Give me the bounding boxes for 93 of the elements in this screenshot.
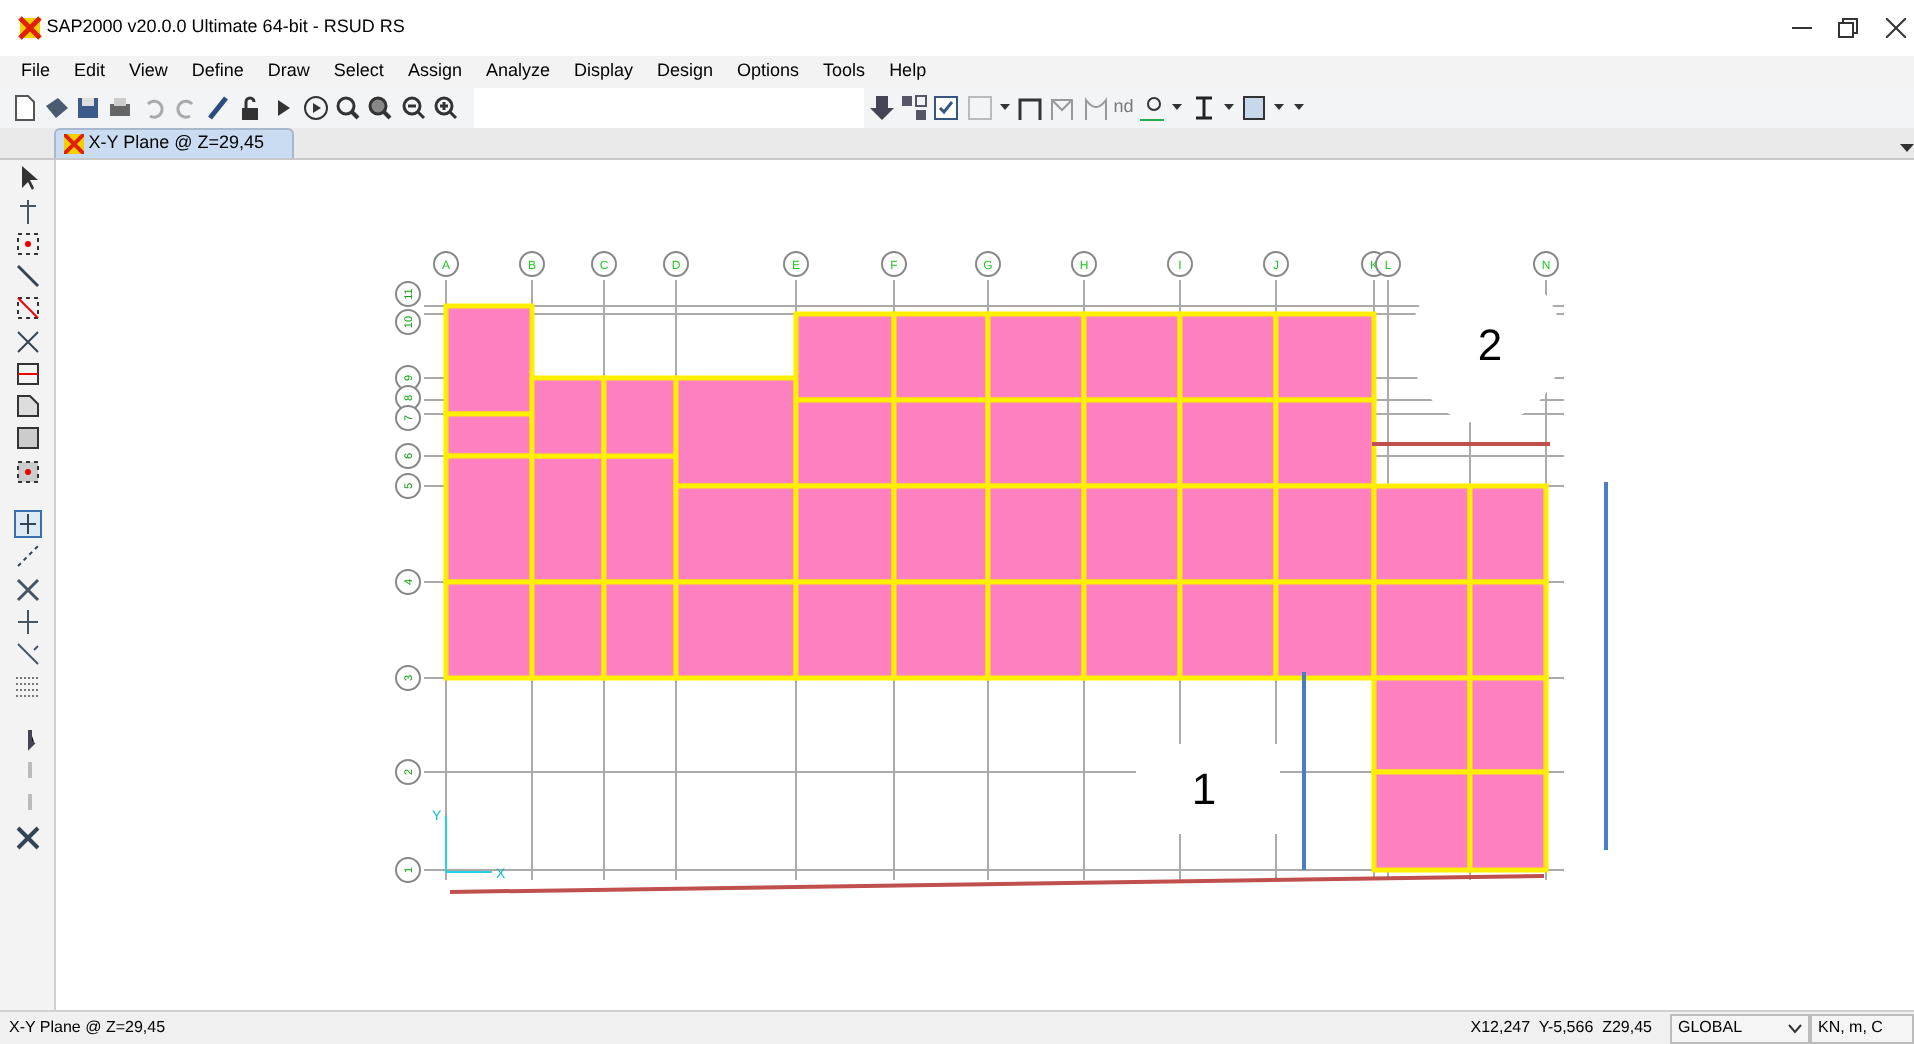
slab-panel bbox=[1273, 311, 1377, 403]
print-icon[interactable] bbox=[106, 94, 135, 122]
chart-search-icon[interactable] bbox=[1138, 94, 1167, 122]
slab-panel bbox=[1467, 483, 1549, 585]
run-step-icon[interactable] bbox=[301, 94, 330, 122]
app-logo-icon bbox=[18, 16, 42, 40]
menu-item[interactable]: Assign bbox=[395, 58, 474, 86]
units-field[interactable]: KN, m, C bbox=[1810, 1013, 1914, 1043]
frame-draw-icon[interactable] bbox=[13, 294, 41, 323]
slab-panel bbox=[985, 397, 1087, 489]
checkbox-icon[interactable] bbox=[932, 94, 961, 122]
slab-panel bbox=[985, 579, 1087, 681]
pencil-icon[interactable] bbox=[204, 94, 232, 122]
panel-icon[interactable] bbox=[1240, 94, 1269, 122]
zoom-in-icon[interactable] bbox=[431, 94, 460, 122]
restore-icon[interactable] bbox=[1838, 18, 1858, 38]
slab-panel bbox=[793, 311, 897, 403]
slab-panel bbox=[1177, 311, 1279, 403]
snap-icon[interactable] bbox=[13, 510, 41, 538]
menu-item[interactable]: Analyze bbox=[473, 58, 562, 86]
menu-item[interactable]: View bbox=[117, 58, 180, 86]
slab-panel bbox=[1081, 483, 1183, 585]
slab-panel bbox=[1177, 483, 1279, 585]
menu-item[interactable]: Options bbox=[725, 58, 812, 86]
polyline-icon[interactable] bbox=[13, 542, 41, 571]
view-tab[interactable]: X-Y Plane @ Z=29,45 bbox=[54, 128, 295, 158]
slab-panel bbox=[793, 397, 897, 489]
point-icon[interactable] bbox=[13, 229, 41, 258]
slab-panel bbox=[985, 483, 1087, 585]
slab-panel bbox=[1081, 311, 1183, 403]
slab-panel bbox=[1371, 675, 1473, 775]
menu-item[interactable]: Draw bbox=[255, 58, 322, 86]
intersection-icon[interactable] bbox=[13, 575, 41, 603]
chevron-icon bbox=[1788, 1023, 1802, 1033]
open-icon[interactable] bbox=[41, 94, 70, 122]
status-text: X-Y Plane @ Z=29,45 bbox=[9, 1016, 168, 1040]
app-logo-icon bbox=[64, 134, 84, 154]
rectangle-icon[interactable] bbox=[13, 424, 41, 453]
line-icon[interactable] bbox=[13, 262, 41, 290]
extension-icon[interactable] bbox=[13, 640, 41, 668]
brace-icon[interactable] bbox=[13, 327, 41, 355]
portal-frame-icon[interactable] bbox=[1016, 94, 1044, 122]
quad-icon[interactable] bbox=[13, 457, 41, 485]
toolbar-label: nd bbox=[1113, 94, 1134, 121]
menu-item[interactable]: Help bbox=[877, 58, 939, 86]
arch-frame-icon[interactable] bbox=[1081, 94, 1109, 122]
slab-panel bbox=[529, 579, 607, 681]
menu-item[interactable]: Define bbox=[179, 58, 256, 86]
slab-panel bbox=[793, 483, 897, 585]
zoom-window-icon[interactable] bbox=[334, 94, 362, 122]
down-arrow-icon[interactable] bbox=[867, 94, 896, 122]
slab-panel bbox=[443, 579, 535, 681]
slab-panel bbox=[1177, 579, 1279, 681]
menu-item[interactable]: File bbox=[9, 58, 63, 86]
area-icon[interactable] bbox=[13, 392, 41, 420]
slab-panel bbox=[793, 579, 897, 681]
close-icon[interactable] bbox=[1885, 18, 1905, 38]
beam-icon[interactable] bbox=[13, 359, 41, 388]
grid-select-icon[interactable] bbox=[900, 94, 928, 122]
slab-panel bbox=[1371, 483, 1473, 585]
slab-panel bbox=[985, 311, 1087, 403]
callout-label: 1 bbox=[1191, 764, 1217, 814]
slab-panel bbox=[1467, 579, 1549, 681]
slab-panel bbox=[1467, 675, 1549, 775]
slab-panel bbox=[891, 483, 991, 585]
cursor-coordinates: X12,247 Y-5,566 Z29,45 bbox=[1470, 1016, 1652, 1040]
perpendicular-icon[interactable] bbox=[13, 607, 41, 636]
new-file-icon[interactable] bbox=[9, 94, 37, 122]
menu-item[interactable]: Design bbox=[645, 58, 726, 86]
menu-item[interactable]: Display bbox=[561, 58, 645, 86]
zoom-out-icon[interactable] bbox=[399, 94, 427, 122]
slab-panel bbox=[1081, 397, 1183, 489]
slab-panel bbox=[891, 311, 991, 403]
menu-item[interactable]: Select bbox=[321, 58, 396, 86]
slab-panel bbox=[891, 579, 991, 681]
save-icon[interactable] bbox=[74, 94, 102, 122]
slab-panel bbox=[1081, 579, 1183, 681]
slab-panel bbox=[1273, 397, 1377, 489]
zoom-restore-icon[interactable] bbox=[366, 94, 395, 122]
slab-panel bbox=[1273, 483, 1377, 585]
grid-icon[interactable] bbox=[13, 672, 41, 701]
menu-item[interactable]: Edit bbox=[62, 58, 118, 86]
cross-icon[interactable] bbox=[13, 823, 41, 851]
slab-panel bbox=[1371, 769, 1473, 873]
slab-panel bbox=[1177, 397, 1279, 489]
menu-item[interactable]: Tools bbox=[811, 58, 878, 86]
slab-panel bbox=[1467, 769, 1549, 873]
slab-panel bbox=[891, 397, 991, 489]
coordinate-system-dropdown[interactable]: GLOBAL bbox=[1670, 1013, 1810, 1043]
window-title: SAP2000 v20.0.0 Ultimate 64-bit - RSUD RS bbox=[46, 14, 407, 41]
callout-label: 2 bbox=[1477, 320, 1503, 370]
slab-panel bbox=[1273, 579, 1377, 681]
slab-panel bbox=[1371, 579, 1473, 681]
